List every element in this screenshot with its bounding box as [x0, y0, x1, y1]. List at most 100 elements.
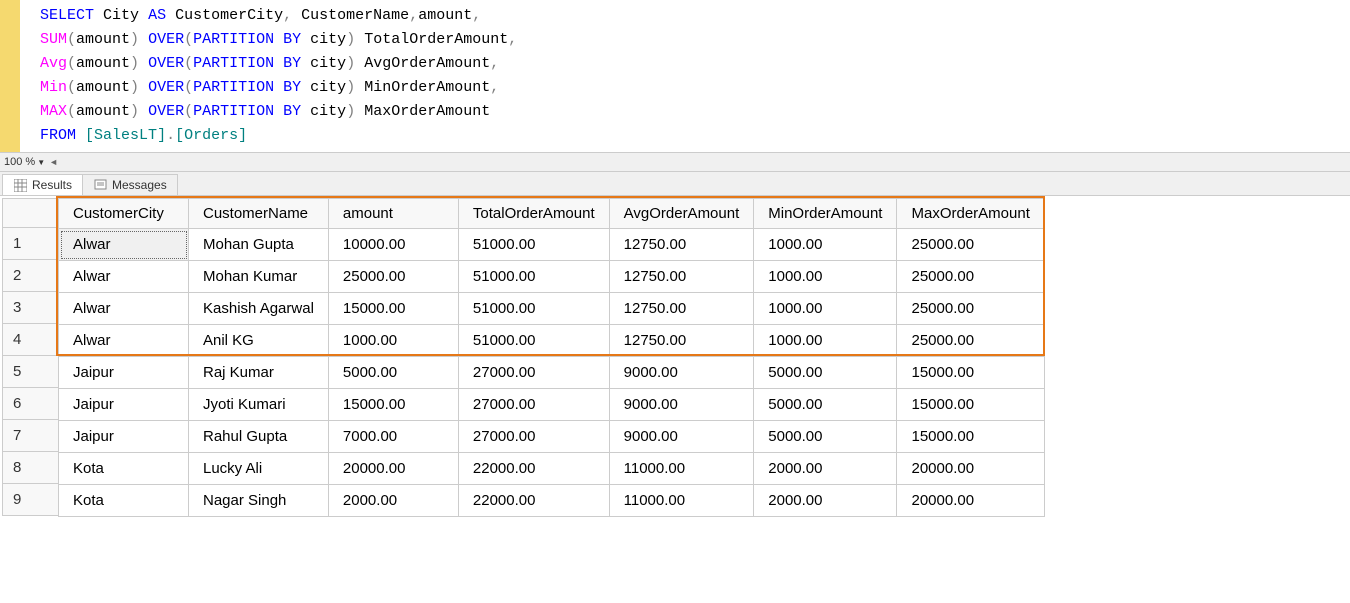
table-row: AlwarMohan Gupta10000.0051000.0012750.00… — [59, 229, 1045, 261]
table-cell[interactable]: 5000.00 — [754, 421, 897, 453]
tab-messages-label: Messages — [112, 178, 167, 192]
table-row: JaipurRahul Gupta7000.0027000.009000.005… — [59, 421, 1045, 453]
table-cell[interactable]: 5000.00 — [328, 357, 458, 389]
table-cell[interactable]: 9000.00 — [609, 357, 754, 389]
table-row: AlwarMohan Kumar25000.0051000.0012750.00… — [59, 261, 1045, 293]
table-cell[interactable]: Alwar — [59, 325, 189, 357]
tab-results[interactable]: Results — [2, 174, 83, 195]
chevron-down-icon: ▼ — [37, 158, 45, 167]
tab-results-label: Results — [32, 178, 72, 192]
table-cell[interactable]: 51000.00 — [458, 261, 609, 293]
table-cell[interactable]: 27000.00 — [458, 357, 609, 389]
results-table: CustomerCity CustomerName amount TotalOr… — [58, 198, 1045, 517]
zoom-label: 100 % — [4, 156, 35, 168]
table-cell[interactable]: Kota — [59, 485, 189, 517]
table-cell[interactable]: Jyoti Kumari — [189, 389, 329, 421]
table-cell[interactable]: Kashish Agarwal — [189, 293, 329, 325]
table-cell[interactable]: 20000.00 — [897, 485, 1044, 517]
table-cell[interactable]: 25000.00 — [897, 325, 1044, 357]
table-cell[interactable]: Kota — [59, 453, 189, 485]
table-cell[interactable]: 9000.00 — [609, 389, 754, 421]
col-header[interactable]: AvgOrderAmount — [609, 199, 754, 229]
table-row: AlwarAnil KG1000.0051000.0012750.001000.… — [59, 325, 1045, 357]
row-number[interactable]: 8 — [2, 452, 58, 484]
rownum-header[interactable] — [2, 198, 58, 228]
editor-gutter — [0, 0, 20, 152]
row-number[interactable]: 6 — [2, 388, 58, 420]
table-cell[interactable]: 15000.00 — [328, 293, 458, 325]
row-number[interactable]: 3 — [2, 292, 58, 324]
table-cell[interactable]: 15000.00 — [897, 357, 1044, 389]
table-cell[interactable]: Anil KG — [189, 325, 329, 357]
table-cell[interactable]: 25000.00 — [897, 229, 1044, 261]
tab-messages[interactable]: Messages — [82, 174, 178, 195]
row-number[interactable]: 1 — [2, 228, 58, 260]
table-cell[interactable]: 1000.00 — [328, 325, 458, 357]
table-cell[interactable]: 11000.00 — [609, 453, 754, 485]
table-cell[interactable]: 10000.00 — [328, 229, 458, 261]
table-cell[interactable]: Nagar Singh — [189, 485, 329, 517]
table-cell[interactable]: 15000.00 — [897, 421, 1044, 453]
table-cell[interactable]: 1000.00 — [754, 261, 897, 293]
table-cell[interactable]: 15000.00 — [328, 389, 458, 421]
table-cell[interactable]: 12750.00 — [609, 261, 754, 293]
table-cell[interactable]: 2000.00 — [754, 453, 897, 485]
table-cell[interactable]: Mohan Kumar — [189, 261, 329, 293]
table-cell[interactable]: Alwar — [59, 261, 189, 293]
row-number[interactable]: 7 — [2, 420, 58, 452]
col-header[interactable]: MaxOrderAmount — [897, 199, 1044, 229]
table-cell[interactable]: Alwar — [59, 293, 189, 325]
table-cell[interactable]: Alwar — [59, 229, 189, 261]
col-header[interactable]: MinOrderAmount — [754, 199, 897, 229]
results-tabs: Results Messages — [0, 172, 1350, 196]
table-cell[interactable]: 7000.00 — [328, 421, 458, 453]
table-cell[interactable]: 22000.00 — [458, 485, 609, 517]
table-cell[interactable]: 51000.00 — [458, 293, 609, 325]
table-cell[interactable]: 22000.00 — [458, 453, 609, 485]
table-cell[interactable]: 12750.00 — [609, 293, 754, 325]
col-header[interactable]: CustomerName — [189, 199, 329, 229]
table-cell[interactable]: 1000.00 — [754, 293, 897, 325]
table-cell[interactable]: 11000.00 — [609, 485, 754, 517]
table-cell[interactable]: 25000.00 — [897, 261, 1044, 293]
table-cell[interactable]: Mohan Gupta — [189, 229, 329, 261]
table-cell[interactable]: 2000.00 — [754, 485, 897, 517]
table-cell[interactable]: Raj Kumar — [189, 357, 329, 389]
sql-editor[interactable]: SELECT City AS CustomerCity, CustomerNam… — [20, 0, 537, 152]
results-grid-area: 1 2 3 4 5 6 7 8 9 CustomerCity CustomerN… — [0, 196, 1350, 519]
scroll-left-icon[interactable]: ◄ — [49, 157, 58, 167]
table-cell[interactable]: 20000.00 — [328, 453, 458, 485]
table-cell[interactable]: 2000.00 — [328, 485, 458, 517]
table-cell[interactable]: 25000.00 — [897, 293, 1044, 325]
row-number[interactable]: 4 — [2, 324, 58, 356]
table-cell[interactable]: Lucky Ali — [189, 453, 329, 485]
table-cell[interactable]: Jaipur — [59, 389, 189, 421]
table-cell[interactable]: 27000.00 — [458, 421, 609, 453]
col-header[interactable]: TotalOrderAmount — [458, 199, 609, 229]
header-row: CustomerCity CustomerName amount TotalOr… — [59, 199, 1045, 229]
table-cell[interactable]: 20000.00 — [897, 453, 1044, 485]
table-cell[interactable]: Jaipur — [59, 357, 189, 389]
table-cell[interactable]: Rahul Gupta — [189, 421, 329, 453]
table-cell[interactable]: 1000.00 — [754, 325, 897, 357]
table-cell[interactable]: 51000.00 — [458, 229, 609, 261]
table-cell[interactable]: 1000.00 — [754, 229, 897, 261]
col-header[interactable]: CustomerCity — [59, 199, 189, 229]
table-cell[interactable]: 15000.00 — [897, 389, 1044, 421]
table-row: KotaLucky Ali20000.0022000.0011000.00200… — [59, 453, 1045, 485]
row-number[interactable]: 2 — [2, 260, 58, 292]
table-cell[interactable]: 12750.00 — [609, 229, 754, 261]
row-number[interactable]: 5 — [2, 356, 58, 388]
table-cell[interactable]: 5000.00 — [754, 389, 897, 421]
table-cell[interactable]: 25000.00 — [328, 261, 458, 293]
col-header[interactable]: amount — [328, 199, 458, 229]
table-cell[interactable]: 5000.00 — [754, 357, 897, 389]
table-cell[interactable]: 51000.00 — [458, 325, 609, 357]
table-cell[interactable]: Jaipur — [59, 421, 189, 453]
zoom-dropdown[interactable]: 100 % ▼ — [4, 156, 45, 168]
table-cell[interactable]: 9000.00 — [609, 421, 754, 453]
row-number[interactable]: 9 — [2, 484, 58, 516]
table-cell[interactable]: 27000.00 — [458, 389, 609, 421]
grid-icon — [13, 178, 27, 192]
table-cell[interactable]: 12750.00 — [609, 325, 754, 357]
